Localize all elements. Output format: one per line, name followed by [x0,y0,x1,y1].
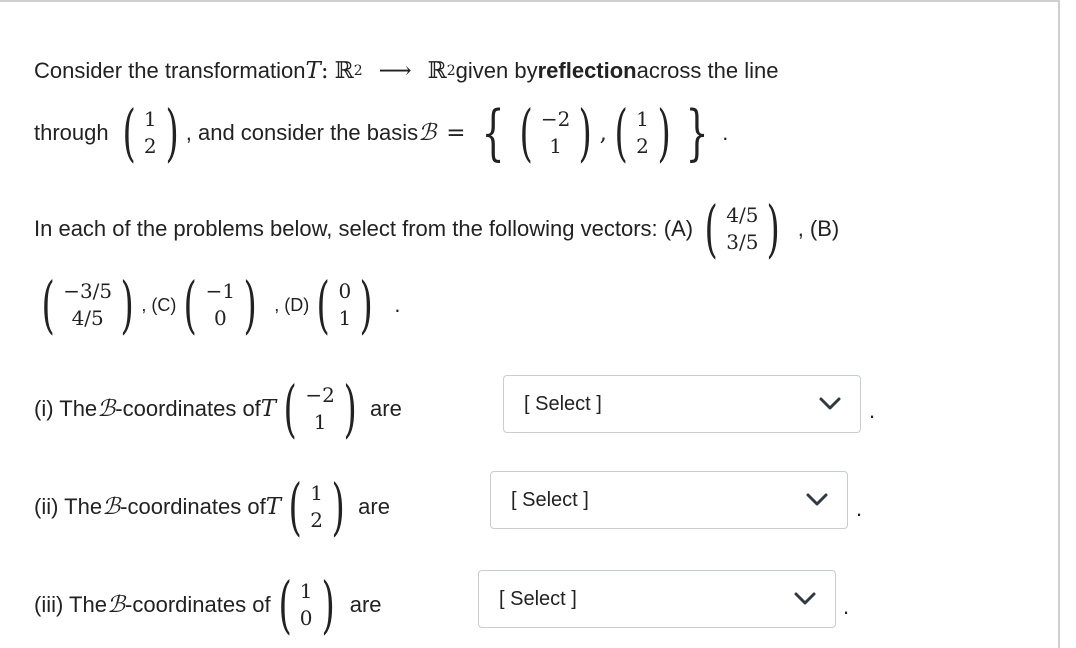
question-3-vector: ( 10 ) [278,568,335,641]
question-1-mid: -coordinates of [115,396,261,421]
question-3-mid: -coordinates of [125,592,271,617]
select-placeholder: [ Select ] [524,392,602,415]
intro-text-2: given by [455,58,538,83]
period: . [869,398,876,423]
choice-a-vector: ( 4/5 3/5 ) [704,192,781,265]
select-placeholder: [ Select ] [499,587,577,610]
colon: : [320,58,329,84]
question-2-prefix: (ii) The [34,494,103,519]
basis-symbol: ℬ [418,120,437,146]
choices-line-1: In each of the problems below, select fr… [34,194,839,264]
question-2-select[interactable]: [ Select ] [490,471,848,529]
intro-text-1: Consider the transformation [34,58,306,83]
choice-c-vector: ( −1 0 ) [183,268,257,341]
are-text: are [349,592,382,617]
intro-text-3: across the line [636,58,779,83]
chevron-down-icon [806,493,828,506]
are-text: are [370,396,402,421]
exponent: 2 [446,63,456,79]
question-2-vector: ( 12 ) [288,470,345,543]
choices-line-2: ( −3/5 4/5 ) , (C) ( −1 0 ) , (D) ( 01 ) . [34,268,401,341]
are-text: are [358,494,390,519]
comma: , [599,120,607,146]
basis-symbol: ℬ [97,396,116,422]
intro-text-4: , and consider the basis [185,120,419,145]
question-2: (ii) The ℬ -coordinates of T ( 12 ) are [34,472,390,542]
period: . [843,594,850,619]
basis-vector-1: ( −2 1 ) [519,96,593,169]
question-1-vector: ( −2 1 ) [283,372,357,445]
period: . [394,292,401,317]
choice-d-vector: ( 01 ) [316,268,373,341]
question-3: (iii) The ℬ -coordinates of ( 10 ) are [34,570,382,640]
exponent: 2 [353,63,363,79]
intro-line-2: through ( 12 ) , and consider the basis … [34,100,728,166]
basis-symbol: ℬ [102,494,121,520]
transform-symbol: T [260,396,277,422]
question-3-prefix: (iii) The [34,592,107,617]
basis-symbol: ℬ [106,592,126,618]
chevron-down-icon [794,592,816,605]
bold-reflection: reflection [537,58,637,83]
choice-b-label: , (B) [797,216,840,241]
question-1: (i) The ℬ -coordinates of T ( −2 1 ) are [34,374,402,444]
equals-sign: = [446,120,466,146]
period: . [722,120,729,145]
maps-to-arrow: ⟶ [378,58,412,84]
through-text: through [34,120,109,145]
intro-line-1: Consider the transformation T : ℝ2 ⟶ ℝ2 … [34,58,778,84]
question-3-select[interactable]: [ Select ] [478,570,836,628]
real-symbol-domain: ℝ [334,58,354,84]
choices-intro-text: In each of the problems below, select fr… [34,216,694,241]
right-brace: } [685,98,709,168]
basis-vector-2: ( 12 ) [614,96,671,169]
chevron-down-icon [819,397,841,410]
transform-symbol: T [265,494,282,520]
question-2-mid: -coordinates of [120,494,266,519]
select-placeholder: [ Select ] [511,488,589,511]
period: . [856,496,863,521]
line-vector: ( 12 ) [122,96,179,169]
real-symbol-codomain: ℝ [427,58,447,84]
left-brace: { [481,98,505,168]
question-1-select[interactable]: [ Select ] [503,375,861,433]
question-1-prefix: (i) The [34,396,98,421]
choice-c-label: , (C) [141,294,177,315]
choice-d-label: , (D) [274,294,310,315]
choice-b-vector: ( −3/5 4/5 ) [41,268,134,341]
transform-symbol: T [305,58,321,84]
